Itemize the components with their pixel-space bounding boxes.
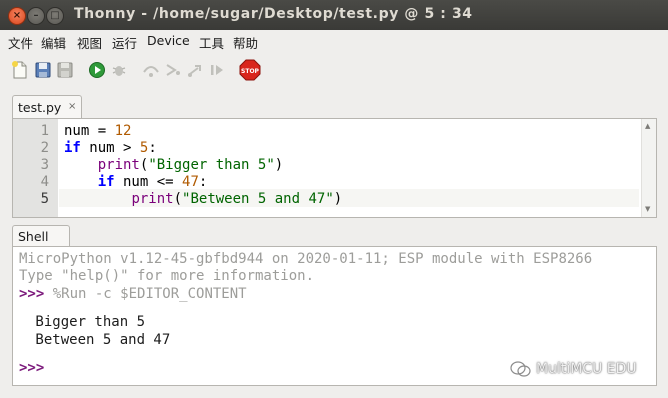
- shell-banner-line: MicroPython v1.12-45-gbfbd944 on 2020-01…: [19, 251, 593, 267]
- wechat-icon: [510, 361, 531, 377]
- code-content: num = 12 if num > 5: print("Bigger than …: [64, 123, 343, 207]
- menu-bar: 文件 编辑 视图 运行 Device 工具 帮助: [0, 30, 668, 51]
- line-number-gutter: 1 2 3 4 5: [13, 119, 58, 217]
- menu-edit[interactable]: 编辑: [41, 33, 66, 52]
- toolbar: STOP: [0, 56, 668, 86]
- line-number: 4: [40, 174, 49, 190]
- editor-scrollbar[interactable]: ▲ ▼: [641, 119, 656, 217]
- maximize-window-button[interactable]: □: [46, 7, 64, 25]
- line-number: 2: [40, 140, 49, 156]
- line-number-current: 5: [40, 191, 49, 207]
- shell-command-line: >>> %Run -c $EDITOR_CONTENT: [19, 286, 247, 303]
- shell-banner-help: Type "help()" for more information.: [19, 268, 315, 284]
- shell-input-prompt[interactable]: >>>: [19, 360, 44, 377]
- tab-label: test.py: [18, 100, 62, 115]
- resume-icon[interactable]: [207, 60, 227, 80]
- maximize-icon: □: [50, 10, 60, 21]
- open-file-icon[interactable]: [33, 60, 53, 80]
- stop-icon[interactable]: STOP: [239, 59, 261, 81]
- shell-command: %Run -c $EDITOR_CONTENT: [44, 286, 247, 302]
- debug-icon[interactable]: [109, 60, 129, 80]
- line-number: 3: [40, 157, 49, 173]
- step-into-icon[interactable]: [163, 60, 183, 80]
- minimize-window-button[interactable]: –: [27, 7, 45, 25]
- menu-view[interactable]: 视图: [77, 33, 102, 52]
- step-over-icon[interactable]: [141, 60, 161, 80]
- shell-output-line: Between 5 and 47: [27, 332, 171, 348]
- stop-label: STOP: [241, 68, 260, 75]
- title-bar: × – □ Thonny - /home/sugar/Desktop/test.…: [0, 0, 668, 30]
- line-number: 1: [40, 123, 49, 139]
- run-icon[interactable]: [87, 60, 107, 80]
- new-file-icon[interactable]: [10, 60, 30, 80]
- scroll-up-icon[interactable]: ▲: [645, 122, 650, 130]
- save-file-icon[interactable]: [55, 60, 75, 80]
- shell-output-line: Bigger than 5: [27, 314, 146, 330]
- close-window-button[interactable]: ×: [8, 7, 26, 25]
- menu-tools[interactable]: 工具: [199, 33, 224, 52]
- scroll-down-icon[interactable]: ▼: [645, 205, 650, 213]
- tab-test-py[interactable]: test.py ×: [12, 95, 82, 119]
- menu-help[interactable]: 帮助: [233, 33, 258, 52]
- menu-run[interactable]: 运行: [112, 33, 137, 52]
- window-title: Thonny - /home/sugar/Desktop/test.py @ 5…: [74, 6, 473, 22]
- code-editor[interactable]: 1 2 3 4 5 num = 12 if num > 5: print("Bi…: [12, 118, 657, 218]
- tab-shell[interactable]: Shell: [12, 225, 70, 247]
- close-tab-icon[interactable]: ×: [68, 101, 76, 112]
- menu-file[interactable]: 文件: [8, 33, 33, 52]
- menu-device[interactable]: Device: [147, 33, 190, 48]
- shell-tab-label: Shell: [18, 229, 49, 244]
- watermark-text: MultiMCU EDU: [536, 361, 637, 377]
- minimize-icon: –: [33, 10, 39, 21]
- shell-prompt: >>>: [19, 286, 45, 302]
- close-icon: ×: [12, 10, 22, 21]
- step-out-icon[interactable]: [185, 60, 205, 80]
